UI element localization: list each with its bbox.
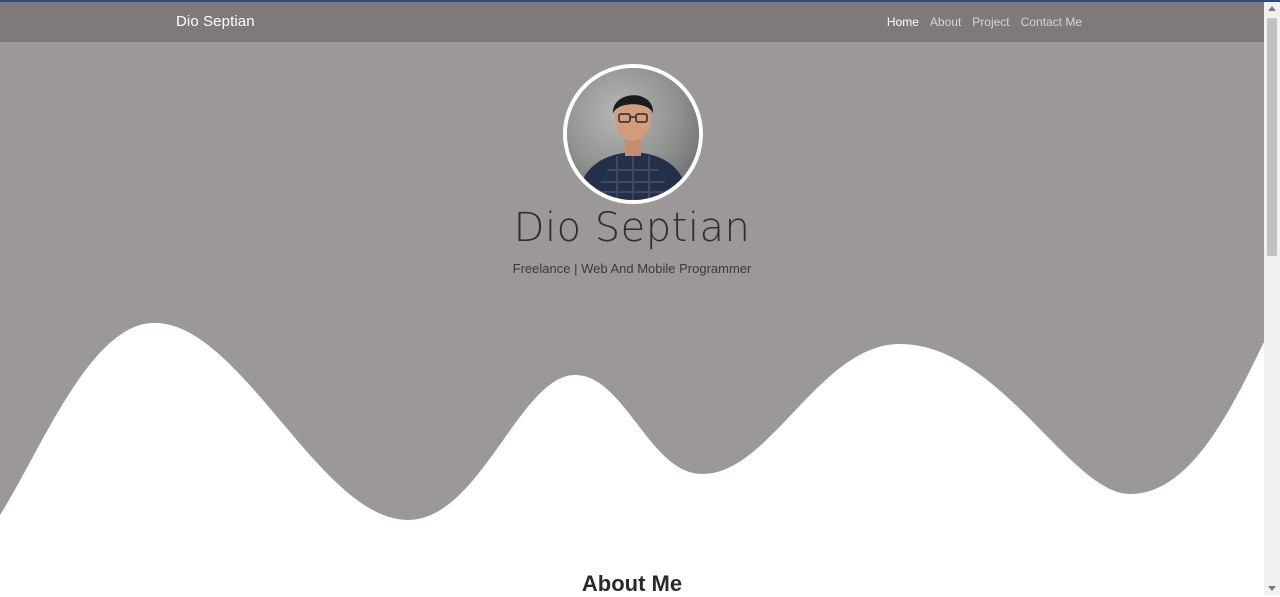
scroll-down-arrow-icon[interactable]	[1268, 586, 1276, 591]
nav-about[interactable]: About	[930, 15, 961, 29]
avatar-photo	[567, 68, 699, 200]
vertical-scrollbar[interactable]	[1264, 2, 1280, 595]
navbar: Dio Septian Home About Project Contact M…	[0, 2, 1264, 42]
about-heading: About Me	[581, 571, 683, 596]
nav-home[interactable]: Home	[887, 15, 919, 29]
hero-tagline: Freelance | Web And Mobile Programmer	[512, 261, 752, 276]
hero-name: Dio Septian	[513, 205, 751, 251]
scrollbar-thumb[interactable]	[1267, 18, 1277, 256]
nav-contact[interactable]: Contact Me	[1021, 15, 1082, 29]
nav-project[interactable]: Project	[972, 15, 1009, 29]
nav-links: Home About Project Contact Me	[887, 15, 1082, 29]
brand-link[interactable]: Dio Septian	[176, 13, 255, 30]
scroll-up-arrow-icon[interactable]	[1268, 6, 1276, 11]
avatar	[563, 64, 703, 204]
